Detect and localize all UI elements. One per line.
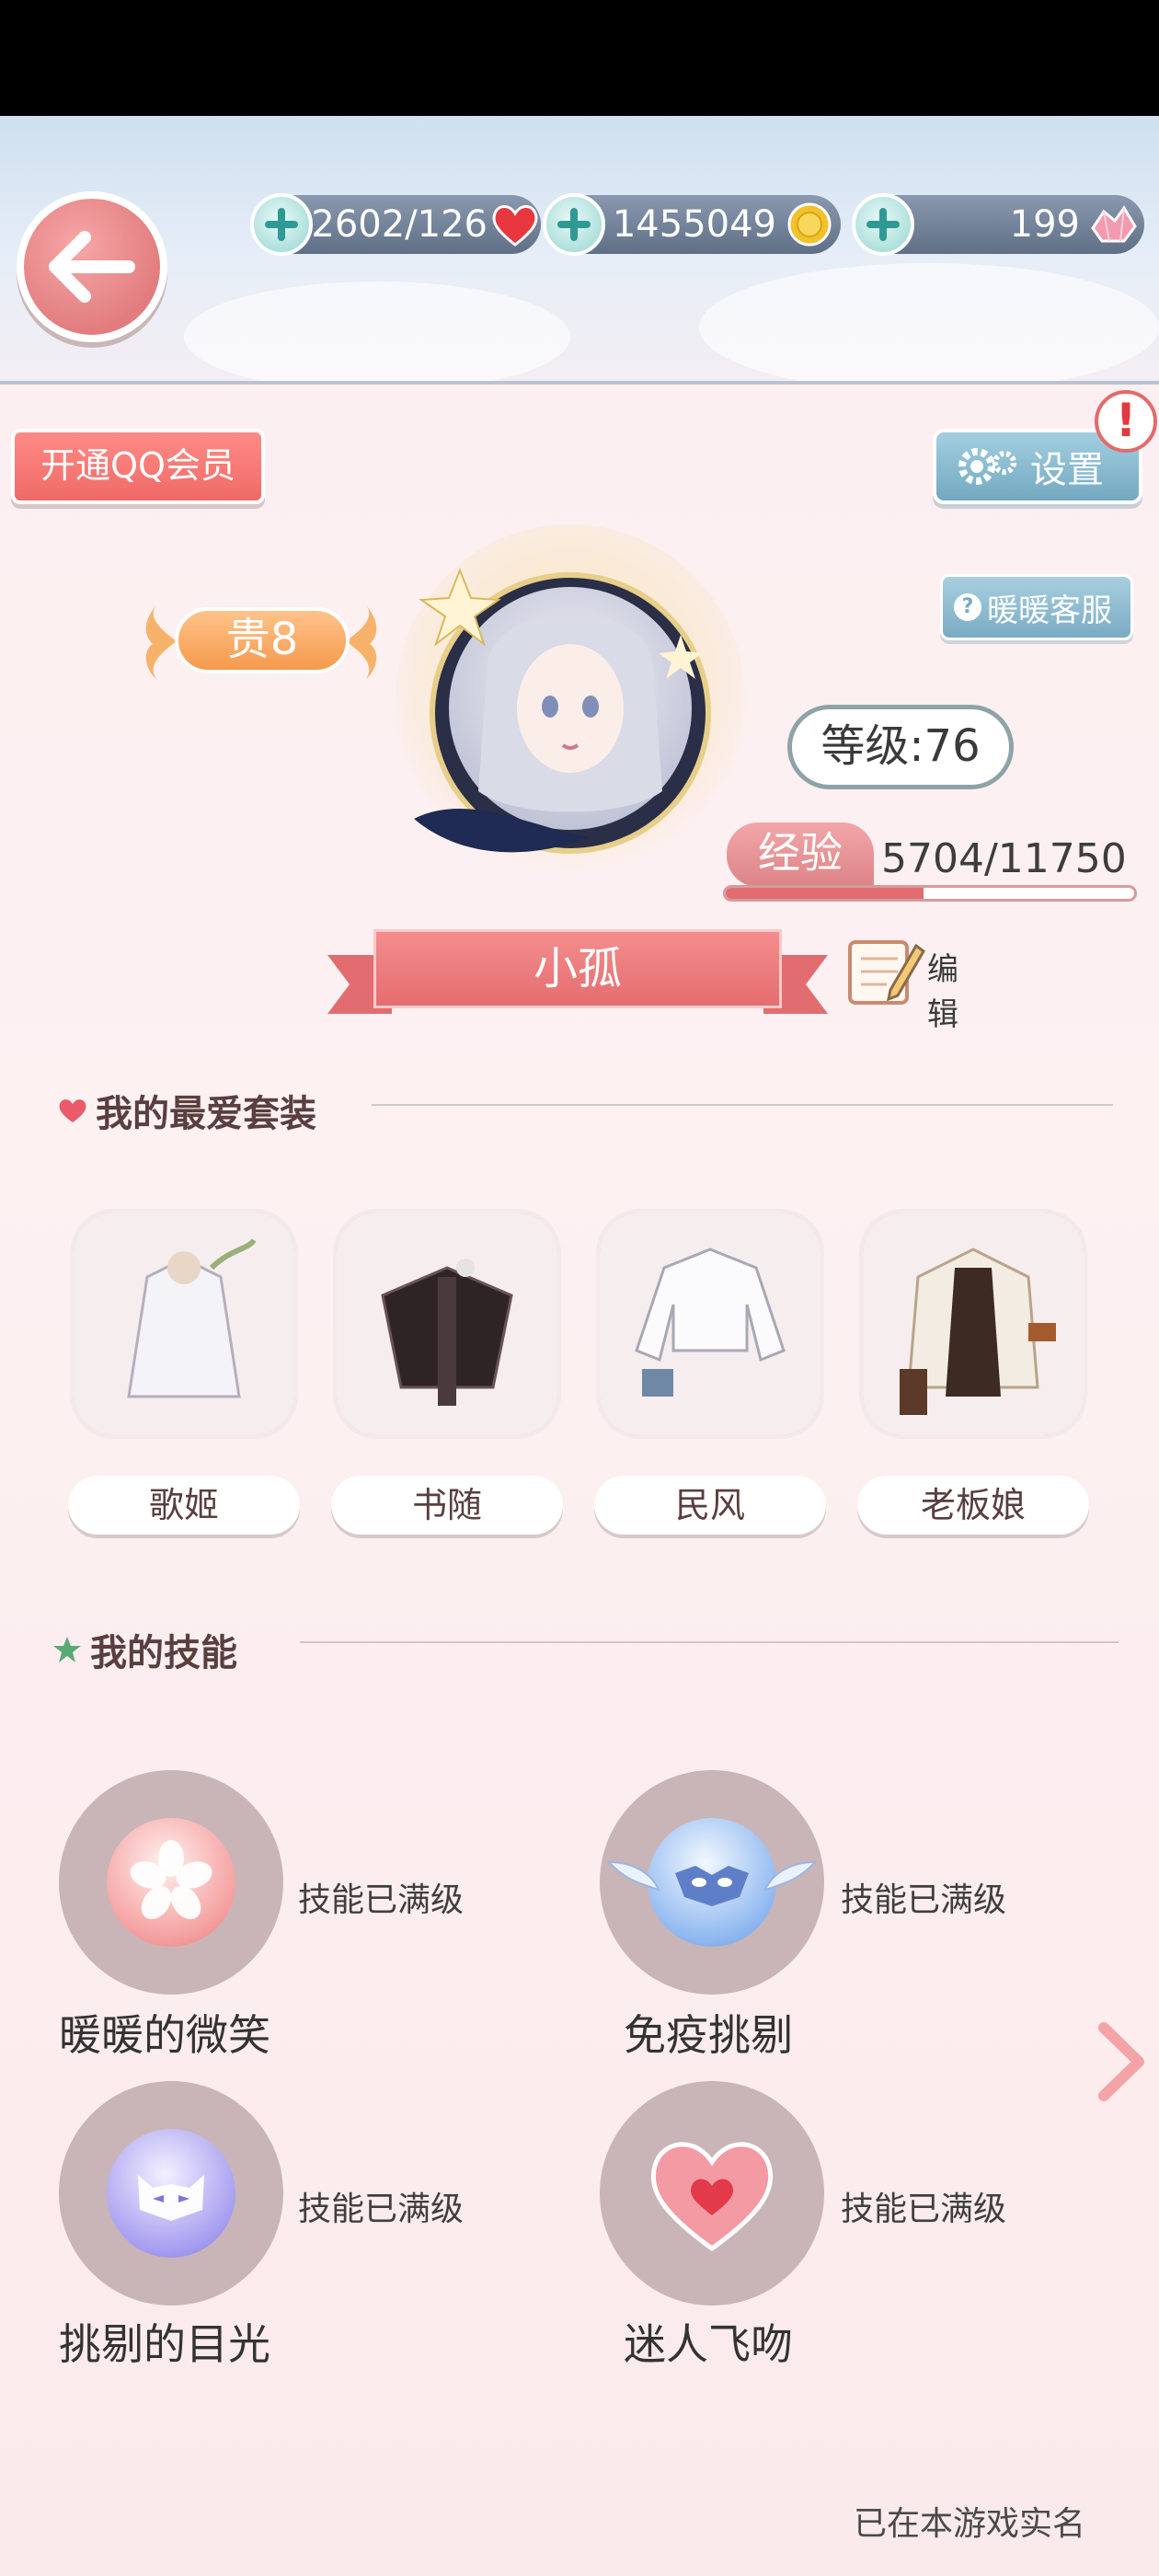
back-arrow-icon — [49, 231, 135, 303]
stamina-counter: 2602/126 — [250, 193, 541, 256]
vip-level-label: 贵8 — [175, 607, 350, 673]
gold-value: 1455049 — [612, 203, 776, 246]
diamond-crystal-icon — [1091, 205, 1137, 243]
skill-sakura[interactable] — [59, 1770, 283, 1995]
outfit-card-3[interactable] — [596, 1209, 824, 1439]
outfit-label-4: 老板娘 — [857, 1476, 1089, 1535]
exp-progress-bar — [723, 885, 1137, 902]
add-stamina-button[interactable] — [250, 193, 313, 256]
favorites-section-title: 我的最爱套装 — [57, 1084, 316, 1137]
exp-value: 5704/11750 — [881, 835, 1127, 882]
outfit-thumbnail — [74, 1213, 294, 1435]
skill-4-name: 迷人飞吻 — [624, 2319, 793, 2369]
player-avatar[interactable] — [386, 515, 754, 883]
edit-label: 编 辑 — [927, 951, 966, 1033]
wings-icon — [606, 1860, 818, 1892]
cat-mask-orb-icon — [107, 2129, 235, 2258]
customer-service-button[interactable]: ? 暖暖客服 — [940, 574, 1133, 640]
outfit-card-2[interactable] — [333, 1209, 561, 1439]
skill-1-name: 暖暖的微笑 — [59, 2010, 270, 2060]
add-gold-button[interactable] — [543, 193, 605, 256]
outfit-thumbnail — [337, 1213, 557, 1435]
add-diamond-button[interactable] — [852, 193, 914, 256]
gear-icon — [958, 448, 1016, 485]
customer-service-label: 暖暖客服 — [987, 592, 1112, 629]
skill-2-name: 免疫挑剔 — [624, 2010, 793, 2060]
settings-label: 设置 — [1030, 449, 1104, 491]
real-name-verified-note: 已在本游戏实名 — [854, 2505, 1086, 2543]
diamond-value: 199 — [1009, 203, 1080, 246]
next-page-arrow-icon[interactable] — [1093, 2020, 1148, 2103]
edit-name-button[interactable]: 编 辑 — [844, 929, 1010, 1033]
skills-section-title: 我的技能 — [52, 1623, 237, 1676]
outfit-thumbnail — [600, 1213, 820, 1435]
player-name-banner: 小孤 — [327, 929, 828, 1014]
favorites-title-text: 我的最爱套装 — [96, 1093, 316, 1135]
star-icon — [53, 1637, 81, 1662]
divider — [372, 1104, 1113, 1106]
skill-heart-kiss[interactable] — [600, 2081, 824, 2306]
exp-label: 经验 — [727, 822, 874, 887]
heart-kiss-icon — [650, 2142, 774, 2252]
exp-progress-fill — [726, 888, 924, 899]
outfit-card-1[interactable] — [70, 1209, 298, 1439]
back-button[interactable] — [17, 191, 167, 342]
skill-4-status: 技能已满级 — [841, 2191, 1007, 2228]
exclamation-alert-icon: ! — [1095, 390, 1157, 453]
heart-stamina-icon — [492, 205, 538, 247]
skill-winged-mask[interactable] — [600, 1770, 824, 1995]
top-header: 2602/126 1455049 199 — [0, 116, 1159, 385]
vip-level-badge: 贵8 — [136, 598, 386, 684]
skills-title-text: 我的技能 — [90, 1632, 237, 1674]
skill-3-name: 挑剔的目光 — [59, 2319, 270, 2369]
player-name: 小孤 — [373, 929, 782, 1008]
skill-3-status: 技能已满级 — [298, 2191, 465, 2228]
cloud-decoration — [699, 263, 1159, 381]
heart-icon — [59, 1099, 86, 1122]
plus-icon — [557, 208, 591, 241]
player-level: 等级:76 — [787, 705, 1014, 789]
skill-cat-mask[interactable] — [59, 2081, 283, 2306]
sakura-orb-icon — [107, 1818, 235, 1947]
skill-2-status: 技能已满级 — [841, 1881, 1007, 1919]
avatar-portrait — [396, 524, 745, 874]
outfit-label-2: 书随 — [331, 1476, 563, 1535]
gold-counter: 1455049 — [543, 193, 841, 256]
diamond-counter: 199 — [852, 193, 1144, 256]
plus-icon — [265, 208, 298, 241]
stamina-value: 2602/126 — [311, 203, 488, 246]
divider — [300, 1641, 1119, 1643]
cloud-decoration — [184, 282, 570, 381]
open-qq-vip-button[interactable]: 开通QQ会员 — [11, 429, 265, 504]
outfit-thumbnail — [863, 1213, 1084, 1435]
pencil-edit-icon — [848, 940, 925, 1005]
outfit-card-4[interactable] — [859, 1209, 1087, 1439]
plus-icon — [866, 208, 900, 241]
skill-1-status: 技能已满级 — [298, 1881, 465, 1919]
outfit-label-1: 歌姬 — [68, 1476, 300, 1535]
gold-coin-icon — [787, 202, 832, 247]
status-bar — [0, 0, 1159, 116]
outfit-label-3: 民风 — [594, 1476, 826, 1535]
question-icon: ? — [954, 593, 981, 621]
